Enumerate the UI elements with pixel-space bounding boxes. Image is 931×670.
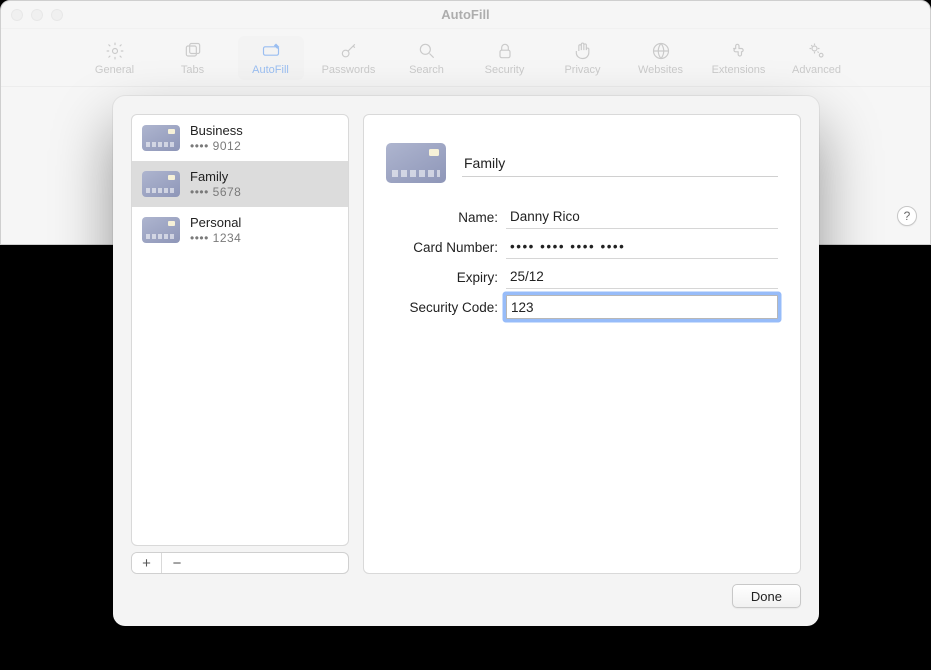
toolbar-item-general[interactable]: General — [82, 36, 148, 80]
toolbar-item-label: Websites — [638, 64, 683, 76]
toolbar-item-privacy[interactable]: Privacy — [550, 36, 616, 80]
preferences-toolbar: General Tabs AutoFill Passwords Search — [1, 29, 930, 87]
toolbar-item-label: Privacy — [564, 64, 600, 76]
card-masked-number: •••• 1234 — [190, 231, 241, 245]
list-add-remove: + − — [131, 552, 349, 574]
expiry-label: Expiry: — [386, 270, 506, 285]
key-icon — [338, 40, 360, 62]
gear-icon — [104, 40, 126, 62]
toolbar-item-passwords[interactable]: Passwords — [316, 36, 382, 80]
toolbar-item-advanced[interactable]: Advanced — [784, 36, 850, 80]
security-code-input[interactable] — [506, 295, 778, 319]
toolbar-item-websites[interactable]: Websites — [628, 36, 694, 80]
card-detail-panel: Name: Card Number: Expiry: Security Code… — [363, 114, 801, 574]
security-code-label: Security Code: — [386, 300, 506, 315]
toolbar-item-extensions[interactable]: Extensions — [706, 36, 772, 80]
gears-icon — [806, 40, 828, 62]
done-button[interactable]: Done — [732, 584, 801, 608]
card-name: Family — [190, 169, 241, 185]
card-number-input[interactable] — [506, 235, 778, 259]
card-icon — [142, 125, 180, 151]
puzzle-icon — [728, 40, 750, 62]
credit-cards-sheet: Business •••• 9012 Family •••• 5678 Pers… — [113, 96, 819, 626]
lock-icon — [494, 40, 516, 62]
toolbar-item-label: Advanced — [792, 64, 841, 76]
globe-icon — [650, 40, 672, 62]
cardholder-name-input[interactable] — [506, 205, 778, 229]
card-large-icon — [386, 143, 446, 183]
toolbar-item-search[interactable]: Search — [394, 36, 460, 80]
card-icon — [142, 171, 180, 197]
card-list[interactable]: Business •••• 9012 Family •••• 5678 Pers… — [131, 114, 349, 546]
toolbar-item-label: Passwords — [322, 64, 376, 76]
window-titlebar: AutoFill — [1, 1, 930, 29]
remove-card-button[interactable]: − — [162, 553, 192, 573]
toolbar-item-label: Extensions — [712, 64, 766, 76]
card-row-personal[interactable]: Personal •••• 1234 — [132, 207, 348, 253]
tabs-icon — [182, 40, 204, 62]
autofill-icon — [260, 40, 282, 62]
card-masked-number: •••• 9012 — [190, 139, 243, 153]
toolbar-item-label: Security — [485, 64, 525, 76]
card-row-family[interactable]: Family •••• 5678 — [132, 161, 348, 207]
expiry-input[interactable] — [506, 265, 778, 289]
toolbar-item-tabs[interactable]: Tabs — [160, 36, 226, 80]
toolbar-item-label: General — [95, 64, 134, 76]
card-masked-number: •••• 5678 — [190, 185, 241, 199]
card-icon — [142, 217, 180, 243]
toolbar-item-label: Search — [409, 64, 444, 76]
help-button[interactable]: ? — [897, 206, 917, 226]
name-label: Name: — [386, 210, 506, 225]
window-title: AutoFill — [1, 7, 930, 22]
toolbar-item-autofill[interactable]: AutoFill — [238, 36, 304, 80]
card-name: Personal — [190, 215, 241, 231]
toolbar-item-security[interactable]: Security — [472, 36, 538, 80]
card-number-label: Card Number: — [386, 240, 506, 255]
hand-icon — [572, 40, 594, 62]
search-icon — [416, 40, 438, 62]
add-card-button[interactable]: + — [132, 553, 162, 573]
card-description-input[interactable] — [462, 149, 778, 177]
toolbar-item-label: Tabs — [181, 64, 204, 76]
card-row-business[interactable]: Business •••• 9012 — [132, 115, 348, 161]
toolbar-item-label: AutoFill — [252, 64, 289, 76]
card-name: Business — [190, 123, 243, 139]
